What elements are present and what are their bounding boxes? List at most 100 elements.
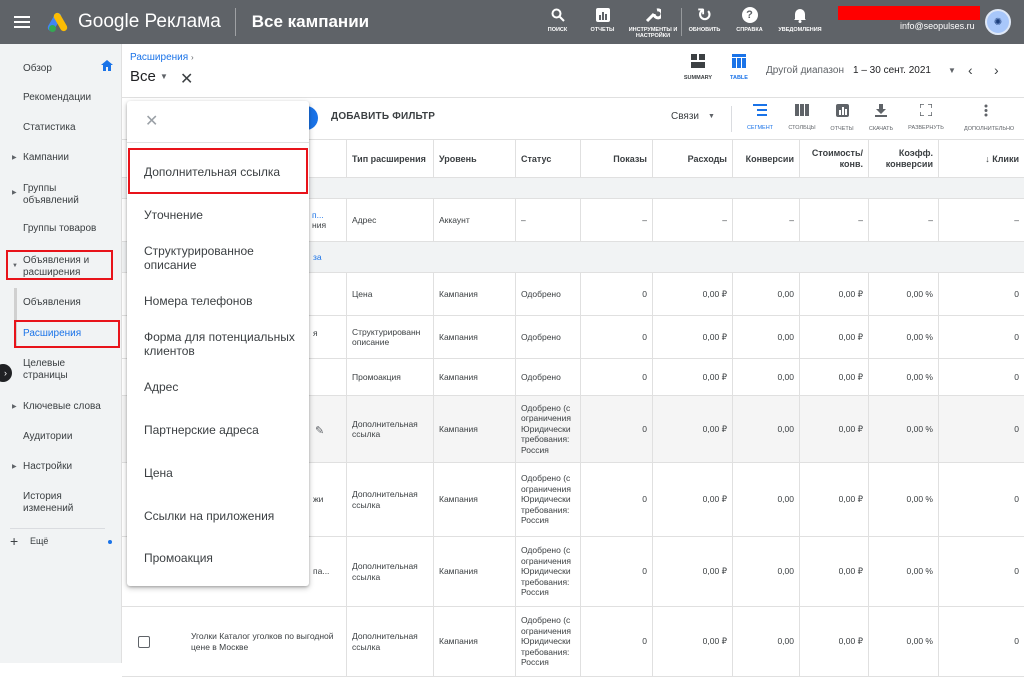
expand-arrow-icon: ▶ xyxy=(12,190,17,196)
reports-button[interactable]: ОТЧЕТЫ xyxy=(580,0,625,44)
add-filter-button[interactable]: ДОБАВИТЬ ФИЛЬТР xyxy=(331,111,435,122)
column-header-cost-per-conversion[interactable]: Стоимость/ конв. xyxy=(799,140,868,178)
topbar-actions: ПОИСК ОТЧЕТЫ ИНСТРУМЕНТЫ И НАСТРОЙКИ ↻ О… xyxy=(535,0,828,44)
group-link-fragment[interactable]: за xyxy=(308,242,338,272)
columns-button[interactable]: СТОЛБЦЫ xyxy=(780,104,824,131)
caret-down-icon[interactable]: ▼ xyxy=(948,66,956,75)
column-header-type[interactable]: Тип расширения xyxy=(346,140,433,178)
columns-icon xyxy=(780,104,824,120)
column-header-conversion-rate[interactable]: Коэфф. конверсии xyxy=(868,140,938,178)
row-name-fragment[interactable]: п... xyxy=(312,210,324,221)
row-name-cell[interactable]: Уголки Каталог уголков по выгодной цене … xyxy=(186,607,346,676)
collapse-sidebar-button[interactable]: › xyxy=(0,364,12,382)
date-range-value[interactable]: 1 – 30 сент. 2021 xyxy=(853,65,931,76)
cost-per-conversion-cell: 0,00 ₽ xyxy=(799,359,868,395)
breadcrumb[interactable]: Расширения › xyxy=(130,52,194,63)
column-header-status[interactable]: Статус xyxy=(515,140,580,178)
status-cell: Одобрено xyxy=(515,273,580,315)
impressions-cell: 0 xyxy=(580,463,652,536)
notification-dot xyxy=(108,540,112,544)
account-email[interactable]: info@seopulses.ru xyxy=(900,21,975,31)
brand-name: Google Реклама xyxy=(78,11,221,32)
level-cell: Кампания xyxy=(433,273,515,315)
notifications-button[interactable]: УВЕДОМЛЕНИЯ xyxy=(772,0,828,44)
type-cell: Дополнительная ссылка xyxy=(346,463,433,536)
more-vert-icon xyxy=(964,104,1008,121)
chevron-right-icon[interactable]: › xyxy=(994,62,999,78)
menu-item-address[interactable]: Адрес xyxy=(144,380,304,394)
menu-item-sitelink[interactable]: Дополнительная ссылка xyxy=(144,165,304,179)
table-label: TABLE xyxy=(730,75,748,81)
avatar[interactable]: ✺ xyxy=(985,9,1011,35)
level-cell: Кампания xyxy=(433,396,515,462)
collapse-arrow-icon: ▼ xyxy=(12,263,18,269)
links-dropdown[interactable]: Связи xyxy=(671,111,699,122)
menu-item-callout[interactable]: Уточнение xyxy=(144,208,304,222)
impressions-cell: 0 xyxy=(580,396,652,462)
chevron-left-icon[interactable]: ‹ xyxy=(968,62,973,78)
table-view-button[interactable]: TABLE xyxy=(722,54,756,81)
refresh-button[interactable]: ↻ ОБНОВИТЬ xyxy=(682,0,727,44)
level-cell: Кампания xyxy=(433,359,515,395)
segment-button[interactable]: СЕГМЕНТ xyxy=(738,104,782,131)
help-button[interactable]: ? СПРАВКА xyxy=(727,0,772,44)
clicks-cell: 0 xyxy=(938,273,1024,315)
summary-view-button[interactable]: SUMMARY xyxy=(681,54,715,81)
download-icon xyxy=(859,104,903,121)
reports-button[interactable]: ОТЧЕТЫ xyxy=(820,104,864,132)
column-header-clicks[interactable]: ↓ Клики xyxy=(938,140,1024,178)
sidebar-item-label: История изменений xyxy=(23,491,74,514)
menu-item-lead-form[interactable]: Форма для потенциальных клиентов xyxy=(144,330,304,358)
impressions-cell: 0 xyxy=(580,607,652,676)
conversions-cell: 0,00 xyxy=(732,273,799,315)
conversions-cell: 0,00 xyxy=(732,463,799,536)
menu-item-affiliate-locations[interactable]: Партнерские адреса xyxy=(144,423,304,437)
sidebar-item-label: Рекомендации xyxy=(23,92,92,103)
menu-item-promotion[interactable]: Промоакция xyxy=(144,551,304,565)
type-cell: Дополнительная ссылка xyxy=(346,537,433,606)
pencil-icon[interactable]: ✎ xyxy=(315,424,324,437)
table-row[interactable]: Уголки Каталог уголков по выгодной цене … xyxy=(122,607,1024,677)
scope-selector[interactable]: Все xyxy=(130,68,156,85)
close-icon[interactable]: ✕ xyxy=(145,111,158,131)
clicks-cell: 0 xyxy=(938,316,1024,358)
plus-icon: + xyxy=(10,533,19,549)
conversions-cell: 0,00 xyxy=(732,359,799,395)
caret-down-icon[interactable]: ▼ xyxy=(708,113,715,120)
type-cell: Дополнительная ссылка xyxy=(346,607,433,676)
impressions-cell: – xyxy=(580,199,652,241)
search-button[interactable]: ПОИСК xyxy=(535,0,580,44)
cost-cell: – xyxy=(652,199,732,241)
row-checkbox[interactable] xyxy=(138,636,150,648)
column-header-conversions[interactable]: Конверсии xyxy=(732,140,799,178)
impressions-cell: 0 xyxy=(580,537,652,606)
cost-per-conversion-cell: 0,00 ₽ xyxy=(799,273,868,315)
expand-button[interactable]: РАЗВЕРНУТЬ xyxy=(904,103,948,131)
caret-down-icon[interactable]: ▼ xyxy=(160,72,168,81)
expand-label: РАЗВЕРНУТЬ xyxy=(908,125,944,131)
row-name-cell[interactable]: п... ния xyxy=(307,199,346,241)
menu-item-phone-numbers[interactable]: Номера телефонов xyxy=(144,294,304,308)
row-name-fragment: па... xyxy=(313,566,330,577)
status-cell: Одобрено xyxy=(515,359,580,395)
conversion-rate-cell: 0,00 % xyxy=(868,316,938,358)
column-header-level[interactable]: Уровень xyxy=(433,140,515,178)
help-icon: ? xyxy=(741,6,759,24)
conversion-rate-cell: – xyxy=(868,199,938,241)
sidebar-nav: Обзор Рекомендации Статистика ▶ Кампании… xyxy=(0,44,122,663)
more-button[interactable]: ДОПОЛНИТЕЛЬНО xyxy=(964,104,1014,132)
menu-item-app-links[interactable]: Ссылки на приложения xyxy=(144,509,304,523)
sidebar-item-label: Объявления xyxy=(23,297,81,308)
date-range-label[interactable]: Другой диапазон xyxy=(766,65,844,76)
menu-item-price[interactable]: Цена xyxy=(144,466,304,480)
column-header-impressions[interactable]: Показы xyxy=(580,140,652,178)
menu-item-structured-snippet[interactable]: Структурированное описание xyxy=(144,244,304,272)
cost-cell: 0,00 ₽ xyxy=(652,359,732,395)
column-header-cost[interactable]: Расходы xyxy=(652,140,732,178)
close-icon[interactable]: ✕ xyxy=(180,69,193,89)
download-button[interactable]: СКАЧАТЬ xyxy=(859,104,903,132)
topbar-divider xyxy=(234,8,236,36)
menu-icon[interactable] xyxy=(14,16,36,28)
tools-button[interactable]: ИНСТРУМЕНТЫ И НАСТРОЙКИ xyxy=(625,0,681,44)
impressions-cell: 0 xyxy=(580,273,652,315)
